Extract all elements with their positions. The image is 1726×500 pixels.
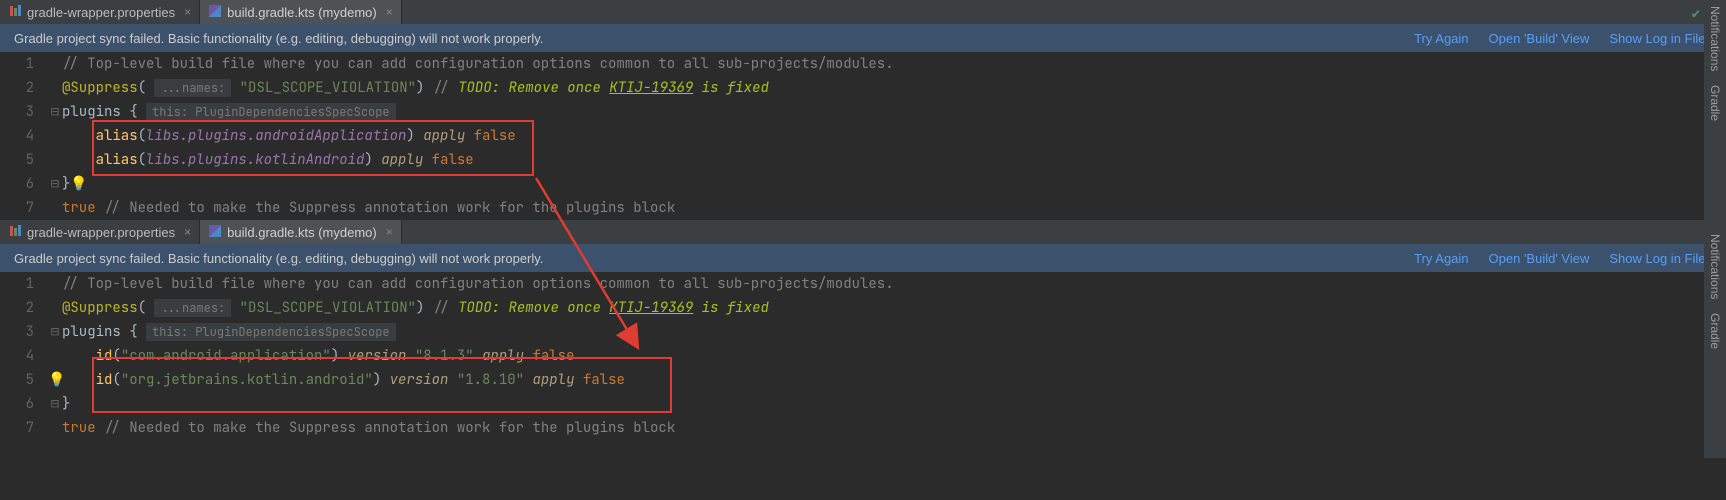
- close-icon[interactable]: ×: [184, 5, 191, 19]
- kotlin-gradle-icon: [208, 4, 222, 21]
- notifications-button[interactable]: Notifications: [1708, 6, 1722, 71]
- kotlin-gradle-icon: [208, 224, 222, 241]
- tab-label: gradle-wrapper.properties: [27, 5, 175, 20]
- param-hint: ...names:: [154, 299, 231, 317]
- fold-icon[interactable]: ⊟: [48, 392, 62, 416]
- try-again-link[interactable]: Try Again: [1414, 251, 1468, 266]
- gradle-button[interactable]: Gradle: [1708, 85, 1722, 121]
- notifications-button[interactable]: Notifications: [1708, 234, 1722, 299]
- tab-gradle-wrapper[interactable]: gradle-wrapper.properties ×: [0, 220, 200, 244]
- gradle-button[interactable]: Gradle: [1708, 313, 1722, 349]
- editor-bottom[interactable]: 123 4567 ⊟ 💡⊟ // Top-level build file wh…: [0, 272, 1726, 440]
- close-icon[interactable]: ×: [386, 225, 393, 239]
- panel-bottom: gradle-wrapper.properties × build.gradle…: [0, 220, 1726, 440]
- param-hint: ...names:: [154, 79, 231, 97]
- close-icon[interactable]: ×: [184, 225, 191, 239]
- try-again-link[interactable]: Try Again: [1414, 31, 1468, 46]
- sync-error-bar: Gradle project sync failed. Basic functi…: [0, 244, 1726, 272]
- tab-label: build.gradle.kts (mydemo): [227, 225, 377, 240]
- tab-build-gradle[interactable]: build.gradle.kts (mydemo) ×: [200, 220, 402, 244]
- right-toolbar-top: Notifications Gradle: [1704, 0, 1726, 228]
- show-log-link[interactable]: Show Log in Files: [1609, 251, 1712, 266]
- open-build-link[interactable]: Open 'Build' View: [1489, 251, 1590, 266]
- annotation: @Suppress: [62, 299, 138, 317]
- panel-top: gradle-wrapper.properties × build.gradle…: [0, 0, 1726, 220]
- fold-icon[interactable]: ⊟: [48, 172, 62, 196]
- issue-link[interactable]: KTIJ-19369: [609, 299, 693, 317]
- tab-gradle-wrapper[interactable]: gradle-wrapper.properties ×: [0, 0, 200, 24]
- issue-link[interactable]: KTIJ-19369: [609, 79, 693, 97]
- close-icon[interactable]: ×: [386, 5, 393, 19]
- bulb-icon[interactable]: 💡: [70, 175, 87, 193]
- sync-error-bar: Gradle project sync failed. Basic functi…: [0, 24, 1726, 52]
- tab-label: gradle-wrapper.properties: [27, 225, 175, 240]
- gradle-file-icon: [8, 224, 22, 241]
- fold-gutter: ⊟⊟: [48, 52, 62, 220]
- annotation: @Suppress: [62, 79, 138, 97]
- tab-bar: gradle-wrapper.properties × build.gradle…: [0, 220, 1726, 244]
- show-log-link[interactable]: Show Log in Files: [1609, 31, 1712, 46]
- receiver-hint: this: PluginDependenciesSpecScope: [146, 323, 396, 341]
- fold-gutter: ⊟ 💡⊟: [48, 272, 62, 440]
- gradle-file-icon: [8, 4, 22, 21]
- sync-error-text: Gradle project sync failed. Basic functi…: [14, 251, 1394, 266]
- editor-top[interactable]: 123 4567 ⊟⊟ // Top-level build file wher…: [0, 52, 1726, 220]
- check-icon: ✔: [1692, 2, 1700, 26]
- right-toolbar-bottom: Notifications Gradle: [1704, 228, 1726, 458]
- tab-build-gradle[interactable]: build.gradle.kts (mydemo) ×: [200, 0, 402, 24]
- line-gutter: 123 4567: [0, 52, 48, 220]
- fold-icon[interactable]: ⊟: [48, 100, 62, 124]
- tab-label: build.gradle.kts (mydemo): [227, 5, 377, 20]
- receiver-hint: this: PluginDependenciesSpecScope: [146, 103, 396, 121]
- fold-icon[interactable]: ⊟: [48, 320, 62, 344]
- code-comment: // Top-level build file where you can ad…: [62, 275, 894, 293]
- open-build-link[interactable]: Open 'Build' View: [1489, 31, 1590, 46]
- tab-bar: gradle-wrapper.properties × build.gradle…: [0, 0, 1726, 24]
- code-comment: // Top-level build file where you can ad…: [62, 55, 894, 73]
- line-gutter: 123 4567: [0, 272, 48, 440]
- sync-error-text: Gradle project sync failed. Basic functi…: [14, 31, 1394, 46]
